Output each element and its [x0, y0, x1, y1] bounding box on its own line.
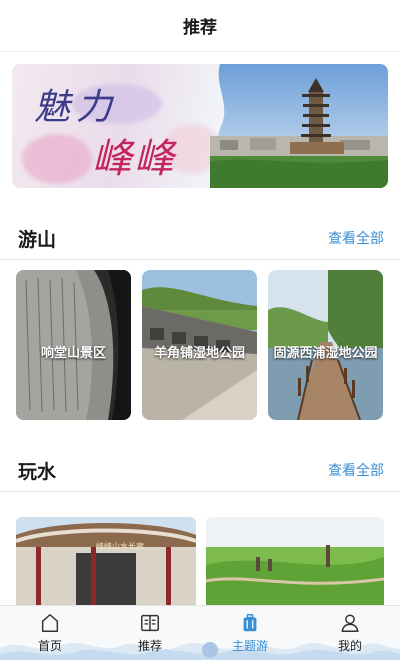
water-view-all-link[interactable]: 查看全部 [328, 460, 384, 480]
mountain-card-list: 响堂山景区 羊角铺湿地公园 固源西浦湿地公园 [16, 270, 384, 420]
scenic-card-label: 响堂山景区 [40, 346, 106, 361]
scenic-card-xiangtang[interactable]: 响堂山景区 [16, 270, 131, 420]
water-card-corridor[interactable]: 峰峰山水长廊 [16, 517, 196, 605]
tab-theme-tour-label: 主题游 [231, 639, 268, 653]
section-divider [0, 491, 400, 492]
promo-banner[interactable]: 魅力 峰峰 [12, 64, 388, 188]
banner-title-line2: 峰峰 [92, 136, 176, 182]
tab-home[interactable]: 首页 [0, 606, 100, 660]
tab-mine-label: 我的 [337, 639, 362, 653]
user-icon [341, 614, 359, 632]
water-card-meadow[interactable] [206, 517, 384, 605]
pavilion-photo [16, 517, 196, 605]
scenic-card-label: 羊角铺湿地公园 [153, 346, 245, 361]
tab-recommend-label: 推荐 [137, 639, 162, 653]
scenic-card-yangjiaopu[interactable]: 羊角铺湿地公园 [142, 270, 257, 420]
mountain-view-all-link[interactable]: 查看全部 [328, 228, 384, 248]
tab-home-label: 首页 [37, 639, 62, 653]
corridor-sign-text: 峰峰山水长廊 [96, 542, 144, 551]
tab-theme-tour[interactable]: 主题游 [200, 606, 300, 660]
meadow-photo [206, 517, 384, 605]
book-icon [141, 614, 159, 632]
section-water-header: 玩水 查看全部 [0, 450, 400, 490]
bottom-tab-bar: 首页 推荐 主题游 我的 [0, 605, 400, 660]
section-mountain-title: 游山 [18, 228, 57, 251]
section-mountain-header: 游山 查看全部 [0, 218, 400, 258]
home-icon [41, 614, 59, 632]
tab-recommend[interactable]: 推荐 [100, 606, 200, 660]
section-water-title: 玩水 [18, 460, 57, 483]
page-title: 推荐 [183, 18, 217, 38]
top-header: 推荐 [0, 0, 400, 52]
suitcase-icon [243, 614, 257, 632]
section-divider [0, 259, 400, 260]
banner-title-line1: 魅力 [34, 87, 119, 128]
tab-mine[interactable]: 我的 [300, 606, 400, 660]
scenic-card-label: 固源西浦湿地公园 [273, 346, 378, 361]
water-card-list: 峰峰山水长廊 [16, 517, 384, 605]
pagoda-photo [210, 64, 388, 188]
scenic-card-guyuan[interactable]: 固源西浦湿地公园 [268, 270, 383, 420]
